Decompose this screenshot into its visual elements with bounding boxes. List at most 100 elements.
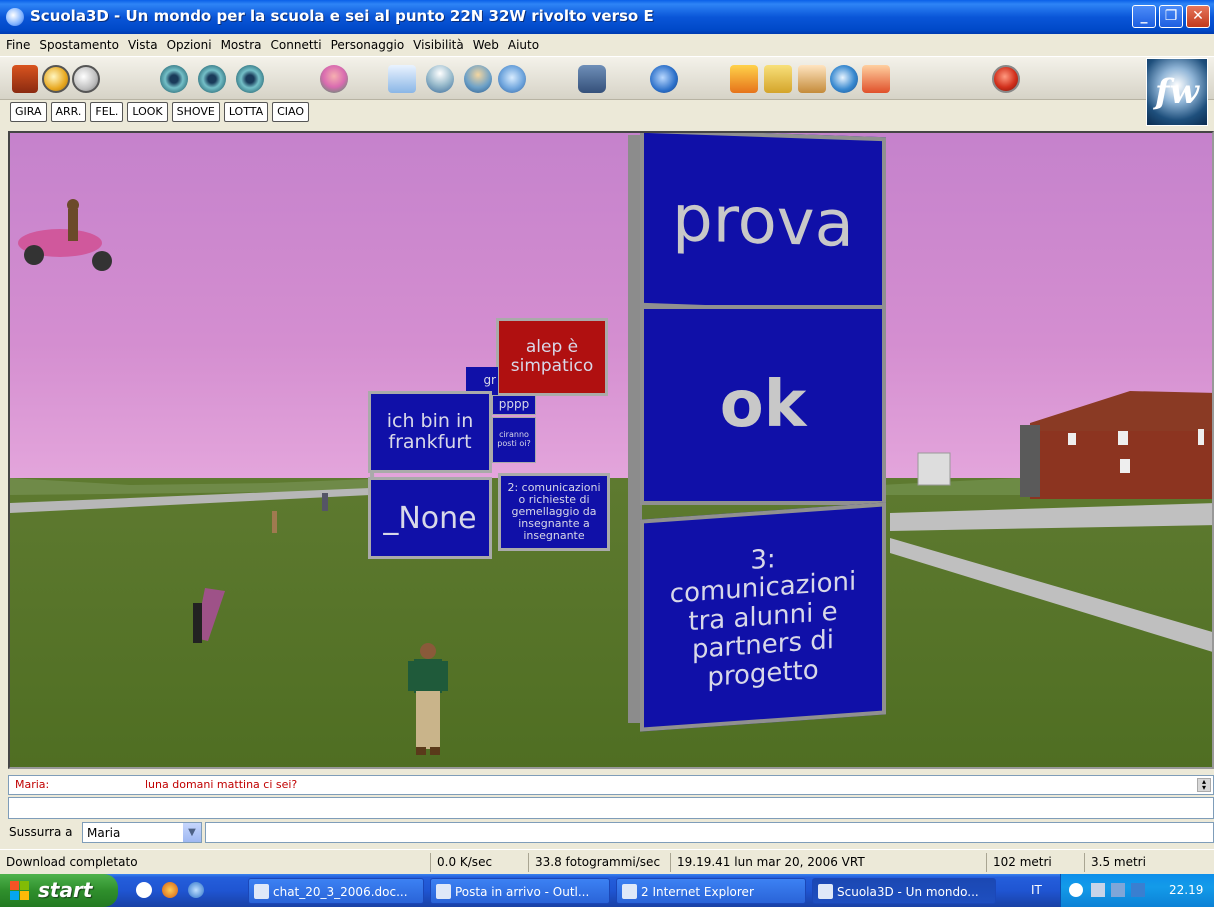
menu-web[interactable]: Web bbox=[473, 38, 499, 52]
menu-mostra[interactable]: Mostra bbox=[221, 38, 262, 52]
person-icon[interactable] bbox=[388, 65, 416, 93]
internet-explorer-icon bbox=[622, 884, 637, 899]
network-icon[interactable] bbox=[1091, 883, 1105, 897]
forward-icon[interactable] bbox=[72, 65, 100, 93]
telegram-icon[interactable] bbox=[426, 65, 454, 93]
sign-frankfurt[interactable]: ich bin in frankfurt bbox=[368, 391, 492, 473]
building-pillar bbox=[1020, 425, 1040, 497]
whisper-recipient-select[interactable]: Maria ▼ bbox=[82, 822, 202, 843]
status-distance: 102 metri bbox=[986, 853, 1078, 872]
avatar-distant bbox=[322, 493, 328, 511]
help-icon[interactable] bbox=[862, 65, 890, 93]
close-button[interactable]: ✕ bbox=[1186, 5, 1210, 28]
language-indicator[interactable]: IT bbox=[1031, 883, 1042, 897]
clock: 22.19 bbox=[1169, 883, 1204, 897]
windows-flag-icon bbox=[10, 881, 29, 900]
menu-vista[interactable]: Vista bbox=[128, 38, 158, 52]
status-message: Download completato bbox=[6, 855, 138, 869]
quicklaunch-icon[interactable] bbox=[136, 882, 152, 898]
distant-panel bbox=[917, 452, 951, 486]
globe-icon[interactable] bbox=[830, 65, 858, 93]
gesture-fel-button[interactable]: FEL. bbox=[90, 102, 124, 122]
sign-ciranno[interactable]: ciranno posti oi? bbox=[492, 417, 536, 463]
sign-pppp[interactable]: pppp bbox=[492, 395, 536, 415]
menu-opzioni[interactable]: Opzioni bbox=[167, 38, 212, 52]
sign-prova[interactable]: prova bbox=[640, 133, 886, 316]
back-icon[interactable] bbox=[42, 65, 70, 93]
world-viewport[interactable]: prova ok 3: comunicazioni tra alunni e p… bbox=[8, 131, 1214, 769]
menu-personaggio[interactable]: Personaggio bbox=[331, 38, 405, 52]
gesture-gira-button[interactable]: GIRA bbox=[10, 102, 47, 122]
menu-aiuto[interactable]: Aiuto bbox=[508, 38, 539, 52]
menu-spostamento[interactable]: Spostamento bbox=[39, 38, 119, 52]
task-label: 2 Internet Explorer bbox=[641, 885, 754, 899]
chat-icon[interactable] bbox=[578, 65, 606, 93]
task-scuola3d[interactable]: Scuola3D - Un mondo... bbox=[812, 878, 996, 904]
gesture-ciao-button[interactable]: CIAO bbox=[272, 102, 310, 122]
whisper-input[interactable] bbox=[205, 822, 1214, 843]
app-logo: fw bbox=[1146, 58, 1208, 126]
window bbox=[1068, 433, 1076, 445]
gesture-look-button[interactable]: LOOK bbox=[127, 102, 168, 122]
avatar-distant bbox=[272, 511, 277, 533]
chevron-down-icon[interactable]: ▼ bbox=[183, 823, 201, 842]
sign-ok[interactable]: ok bbox=[640, 305, 886, 505]
gesture-bar: GIRA ARR. FEL. LOOK SHOVE LOTTA CIAO bbox=[10, 102, 310, 124]
task-chat-doc[interactable]: chat_20_3_2006.doc... bbox=[248, 878, 424, 904]
person-icon[interactable] bbox=[464, 65, 492, 93]
minimize-button[interactable]: _ bbox=[1132, 5, 1156, 28]
chat-log[interactable]: Maria: luna domani mattina ci sei? ▴ ▾ bbox=[8, 775, 1214, 795]
app-icon bbox=[6, 8, 24, 26]
gesture-shove-button[interactable]: SHOVE bbox=[171, 102, 220, 122]
tray-icon[interactable] bbox=[1131, 883, 1145, 897]
status-bar: Download completato 0.0 K/sec 33.8 fotog… bbox=[0, 849, 1214, 874]
title-bar: Scuola3D - Un mondo per la scuola e sei … bbox=[0, 0, 1214, 34]
start-label: start bbox=[38, 878, 93, 902]
exit-icon[interactable] bbox=[992, 65, 1020, 93]
task-internet-explorer[interactable]: 2 Internet Explorer bbox=[616, 878, 806, 904]
eye-icon[interactable] bbox=[160, 65, 188, 93]
window-title: Scuola3D - Un mondo per la scuola e sei … bbox=[30, 7, 654, 25]
sign-comunicazioni-3[interactable]: 3: comunicazioni tra alunni e partners d… bbox=[640, 502, 886, 732]
maximize-button[interactable]: ❐ bbox=[1159, 5, 1183, 28]
eye-icon[interactable] bbox=[198, 65, 226, 93]
sign-none[interactable]: _None bbox=[368, 477, 492, 559]
chat-message: luna domani mattina ci sei? bbox=[145, 778, 298, 791]
whisper-label: Sussurra a bbox=[9, 825, 73, 839]
gesture-arr-button[interactable]: ARR. bbox=[50, 102, 87, 122]
avatar-icon[interactable] bbox=[320, 65, 348, 93]
whisper-row: Sussurra a Maria ▼ bbox=[0, 820, 1214, 845]
window bbox=[1118, 431, 1128, 445]
tray-expand-icon[interactable] bbox=[1069, 883, 1083, 897]
window bbox=[1120, 459, 1130, 473]
sign-alep[interactable]: alep è simpatico bbox=[496, 318, 608, 396]
outlook-icon bbox=[436, 884, 451, 899]
home-icon[interactable] bbox=[12, 65, 38, 93]
start-button[interactable]: start bbox=[0, 874, 118, 907]
status-fps: 33.8 fotogrammi/sec bbox=[528, 853, 664, 872]
eye-icon[interactable] bbox=[236, 65, 264, 93]
internet-explorer-icon[interactable] bbox=[188, 882, 204, 898]
chat-scrollbar[interactable]: ▴ ▾ bbox=[1197, 778, 1211, 792]
tools-icon[interactable] bbox=[798, 65, 826, 93]
internet-explorer-icon[interactable] bbox=[650, 65, 678, 93]
quicklaunch-icon[interactable] bbox=[162, 882, 178, 898]
menu-visibilita[interactable]: Visibilità bbox=[413, 38, 464, 52]
task-outlook[interactable]: Posta in arrivo - Outl... bbox=[430, 878, 610, 904]
task-label: Posta in arrivo - Outl... bbox=[455, 885, 590, 899]
chat-input[interactable] bbox=[8, 797, 1214, 819]
tray-icon[interactable] bbox=[1111, 883, 1125, 897]
users-icon[interactable] bbox=[498, 65, 526, 93]
edit-icon[interactable] bbox=[764, 65, 792, 93]
system-tray: IT 22.19 bbox=[1031, 874, 1214, 907]
menu-connetti[interactable]: Connetti bbox=[271, 38, 322, 52]
menu-fine[interactable]: Fine bbox=[6, 38, 30, 52]
chat-sender: Maria: bbox=[15, 778, 50, 791]
task-label: Scuola3D - Un mondo... bbox=[837, 885, 979, 899]
avatar-distant bbox=[193, 603, 202, 643]
gesture-lotta-button[interactable]: LOTTA bbox=[223, 102, 269, 122]
sign-comunicazioni-2[interactable]: 2: comunicazioni o richieste di gemellag… bbox=[498, 473, 610, 551]
build-icon[interactable] bbox=[730, 65, 758, 93]
whisper-selected: Maria bbox=[87, 826, 121, 840]
window bbox=[1198, 429, 1204, 445]
